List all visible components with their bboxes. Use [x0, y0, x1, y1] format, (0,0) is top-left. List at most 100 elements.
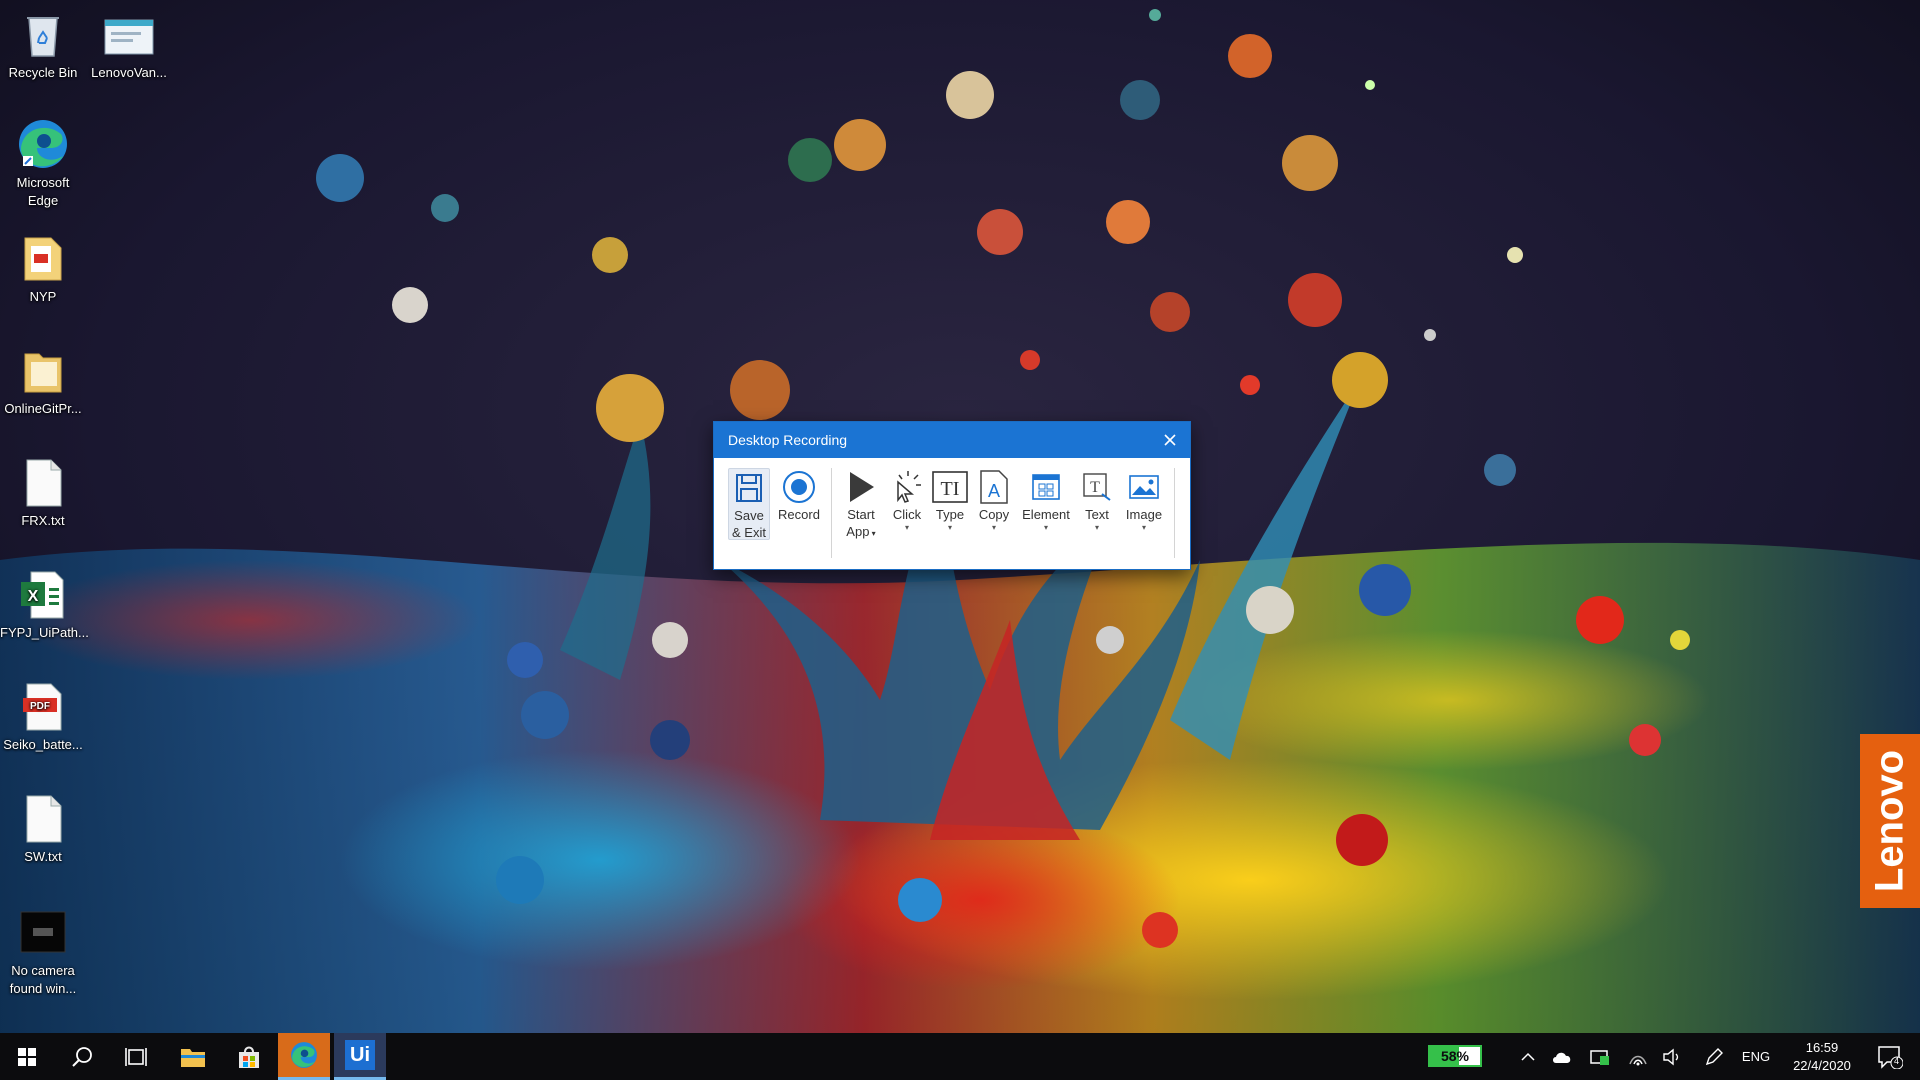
desktop-icon-microsoft-edge[interactable]: Microsoft Edge: [0, 118, 86, 210]
svg-text:TI: TI: [941, 478, 960, 500]
record-button[interactable]: Record: [774, 468, 824, 523]
image-label: Image: [1125, 507, 1163, 522]
input-language-button[interactable]: ENG: [1736, 1033, 1776, 1080]
pen-workspace-button[interactable]: [1700, 1033, 1728, 1080]
image-button[interactable]: Image ▾: [1121, 468, 1167, 532]
chevron-down-icon: ▾: [1094, 523, 1099, 532]
window-shortcut-icon: [103, 8, 155, 60]
text-file-icon: [17, 456, 69, 508]
close-button[interactable]: [1156, 426, 1184, 454]
copy-label: Copy: [978, 507, 1010, 522]
type-button[interactable]: TI Type ▾: [930, 468, 970, 532]
copy-button[interactable]: A Copy ▾: [974, 468, 1014, 532]
dialog-title: Desktop Recording: [728, 432, 848, 448]
text-file-icon: [17, 792, 69, 844]
save-exit-button[interactable]: Save & Exit: [728, 468, 770, 540]
search-button[interactable]: [56, 1033, 108, 1080]
chevron-up-icon: [1521, 1052, 1535, 1061]
lenovo-brand-tab: Lenovo: [1860, 734, 1920, 908]
clock-button[interactable]: 16:59 22/4/2020: [1780, 1033, 1864, 1080]
edge-icon: [291, 1042, 317, 1068]
chevron-down-icon: ▾: [1043, 523, 1048, 532]
record-label: Record: [778, 507, 820, 522]
file-explorer-button[interactable]: [166, 1033, 220, 1080]
lenovo-logo-text: Lenovo: [1867, 749, 1912, 893]
image-icon: [1121, 468, 1167, 506]
desktop-icon-fypj-uipath[interactable]: X FYPJ_UiPath...: [0, 568, 89, 642]
uipath-taskbar-button[interactable]: Ui: [334, 1033, 386, 1080]
desktop-icon-recycle-bin[interactable]: Recycle Bin: [0, 8, 86, 82]
volume-tray-button[interactable]: [1658, 1033, 1686, 1080]
start-app-button[interactable]: Start App ▾: [839, 468, 883, 542]
screenshot-icon: [17, 906, 69, 958]
click-label: Click: [892, 507, 922, 522]
recycle-bin-icon: [17, 8, 69, 60]
battery-indicator[interactable]: 58%: [1428, 1045, 1482, 1067]
clock-time: 16:59: [1805, 1039, 1839, 1055]
chevron-down-icon: ▾: [947, 523, 952, 532]
svg-text:X: X: [28, 588, 39, 605]
chevron-down-icon: ▾: [991, 523, 996, 532]
play-icon: [839, 468, 883, 506]
search-icon: [72, 1046, 92, 1067]
desktop-icon-lenovovantage[interactable]: LenovoVan...: [86, 8, 172, 82]
taskbar: Ui 58% ENG 16:59 22/4/2020 4: [0, 1033, 1920, 1080]
desktop-recording-dialog: Desktop Recording Save & Exit Record Sta…: [713, 421, 1191, 570]
folder-icon: [17, 344, 69, 396]
uipath-icon-label: Ui: [350, 1043, 370, 1066]
onedrive-tray-button[interactable]: [1548, 1033, 1576, 1080]
file-explorer-icon: [181, 1048, 205, 1067]
folder-pdf-icon: [17, 232, 69, 284]
action-center-button[interactable]: 4: [1868, 1033, 1912, 1080]
desktop-icon-onlinegitpr[interactable]: OnlineGitPr...: [0, 344, 86, 418]
app-label: App: [846, 524, 870, 539]
recording-toolbar: Save & Exit Record Start App ▾ Click ▾ T…: [714, 458, 1190, 568]
desktop-icon-no-camera[interactable]: No camera found win...: [0, 906, 86, 998]
edge-taskbar-button[interactable]: [278, 1033, 330, 1080]
start-button[interactable]: [0, 1033, 54, 1080]
type-label: Type: [935, 507, 965, 522]
chevron-down-icon: ▾: [869, 529, 876, 538]
svg-text:T: T: [1090, 479, 1100, 496]
network-tray-button[interactable]: [1624, 1033, 1652, 1080]
toolbar-separator: [1174, 468, 1175, 558]
cursor-click-icon: [887, 468, 927, 506]
edge-icon: [17, 118, 69, 170]
save-label: Save: [734, 508, 764, 523]
task-view-button[interactable]: [110, 1033, 162, 1080]
dialog-titlebar[interactable]: Desktop Recording: [714, 422, 1190, 458]
battery-percent: 58%: [1440, 1048, 1470, 1064]
store-button[interactable]: [222, 1033, 276, 1080]
notification-icon: [1878, 1045, 1903, 1069]
start-label: Start: [847, 507, 875, 522]
clock-date: 22/4/2020: [1793, 1057, 1851, 1073]
desktop-icon-nyp[interactable]: NYP: [0, 232, 86, 306]
device-status-icon: [1590, 1049, 1609, 1065]
copy-text-icon: A: [974, 468, 1014, 506]
svg-text:PDF: PDF: [30, 701, 50, 712]
desktop-icon-seiko-batte[interactable]: PDF Seiko_batte...: [0, 680, 86, 754]
click-button[interactable]: Click ▾: [887, 468, 927, 532]
exit-label: & Exit: [732, 525, 766, 540]
speaker-icon: [1663, 1048, 1679, 1065]
desktop-icon-frx-txt[interactable]: FRX.txt: [0, 456, 86, 530]
security-tray-button[interactable]: [1586, 1033, 1614, 1080]
chevron-down-icon: ▾: [904, 523, 909, 532]
show-hidden-icons-button[interactable]: [1516, 1033, 1540, 1080]
language-label: ENG: [1741, 1049, 1771, 1064]
text-button[interactable]: T Text ▾: [1077, 468, 1117, 532]
store-icon: [239, 1046, 259, 1068]
svg-text:A: A: [988, 481, 1000, 501]
task-view-icon: [125, 1047, 147, 1066]
pen-icon: [1705, 1047, 1723, 1065]
pdf-file-icon: PDF: [17, 680, 69, 732]
element-button[interactable]: Element ▾: [1018, 468, 1074, 532]
wifi-icon: [1629, 1055, 1647, 1065]
uipath-icon: Ui: [345, 1040, 375, 1070]
type-text-icon: TI: [930, 468, 970, 506]
desktop-icon-sw-txt[interactable]: SW.txt: [0, 792, 86, 866]
element-label: Element: [1022, 507, 1070, 522]
toolbar-separator: [831, 468, 832, 558]
text-label: Text: [1085, 507, 1109, 522]
floppy-disk-icon: [729, 469, 769, 507]
